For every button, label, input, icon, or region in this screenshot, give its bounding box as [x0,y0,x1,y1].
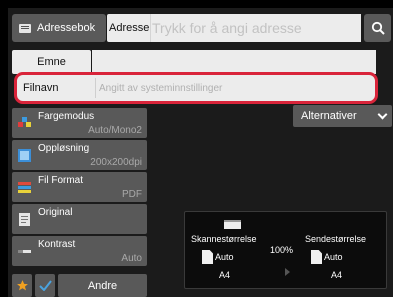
original-icon [19,213,30,226]
filename-field[interactable]: Angitt av systeminnstillinger [96,78,372,98]
setting-original[interactable]: Original [12,204,147,234]
star-icon [16,280,28,291]
check-button[interactable] [35,274,55,297]
scan-size-mode: Auto [215,252,234,262]
search-icon [371,21,385,35]
size-preview-panel: Skannestørrelse Auto A4 100% Sendestørre… [184,211,387,289]
alternatives-dropdown[interactable]: Alternativer [293,105,392,127]
filename-label: Filnavn [18,78,95,98]
setting-contrast[interactable]: Kontrast Auto [12,236,147,266]
address-label: Adresse [107,14,150,42]
setting-value: Auto/Mono2 [88,125,142,136]
subject-field[interactable] [92,50,376,74]
filename-row-highlight: Filnavn Angitt av systeminnstillinger [14,72,378,104]
addressbook-button[interactable]: Adressebok [12,14,106,42]
other-button[interactable]: Andre [58,274,147,297]
send-size-paper: A4 [331,270,343,280]
file-format-icon [18,182,31,193]
scan-size-label: Skannestørrelse [191,234,257,244]
contrast-icon [18,250,31,253]
setting-value: 200x200dpi [90,157,142,168]
addressbook-icon [19,23,31,33]
subject-label: Emne [12,50,91,74]
addressbook-label: Adressebok [37,22,96,34]
setting-value: Auto [121,253,142,264]
resolution-icon [18,149,31,162]
setting-name: Kontrast [38,239,76,250]
check-icon [38,280,52,291]
send-size-mode: Auto [324,252,343,262]
arrow-right-icon [285,268,290,276]
setting-resolution[interactable]: Oppløsning 200x200dpi [12,140,147,170]
setting-color-mode[interactable]: Fargemodus Auto/Mono2 [12,108,147,138]
setting-name: Fil Format [38,175,83,186]
setting-name: Original [38,207,73,218]
send-paper-icon [311,250,322,264]
setting-name: Oppløsning [38,143,90,154]
search-button[interactable] [364,14,391,42]
favorite-button[interactable] [12,274,32,297]
scanner-icon [224,220,241,229]
address-input[interactable]: Trykk for å angi adresse [150,14,361,42]
scan-screen: Adressebok Adresse Trykk for å angi adre… [8,8,393,297]
ratio-value: 100% [270,245,294,255]
send-size-label: Sendestørrelse [305,234,367,244]
chevron-down-icon [377,109,388,120]
alternatives-label: Alternativer [301,110,357,122]
scan-size-paper: A4 [219,270,231,280]
scan-paper-icon [202,250,213,264]
setting-file-format[interactable]: Fil Format PDF [12,172,147,202]
color-mode-icon [18,117,31,127]
setting-value: PDF [122,189,142,200]
setting-name: Fargemodus [38,111,95,122]
